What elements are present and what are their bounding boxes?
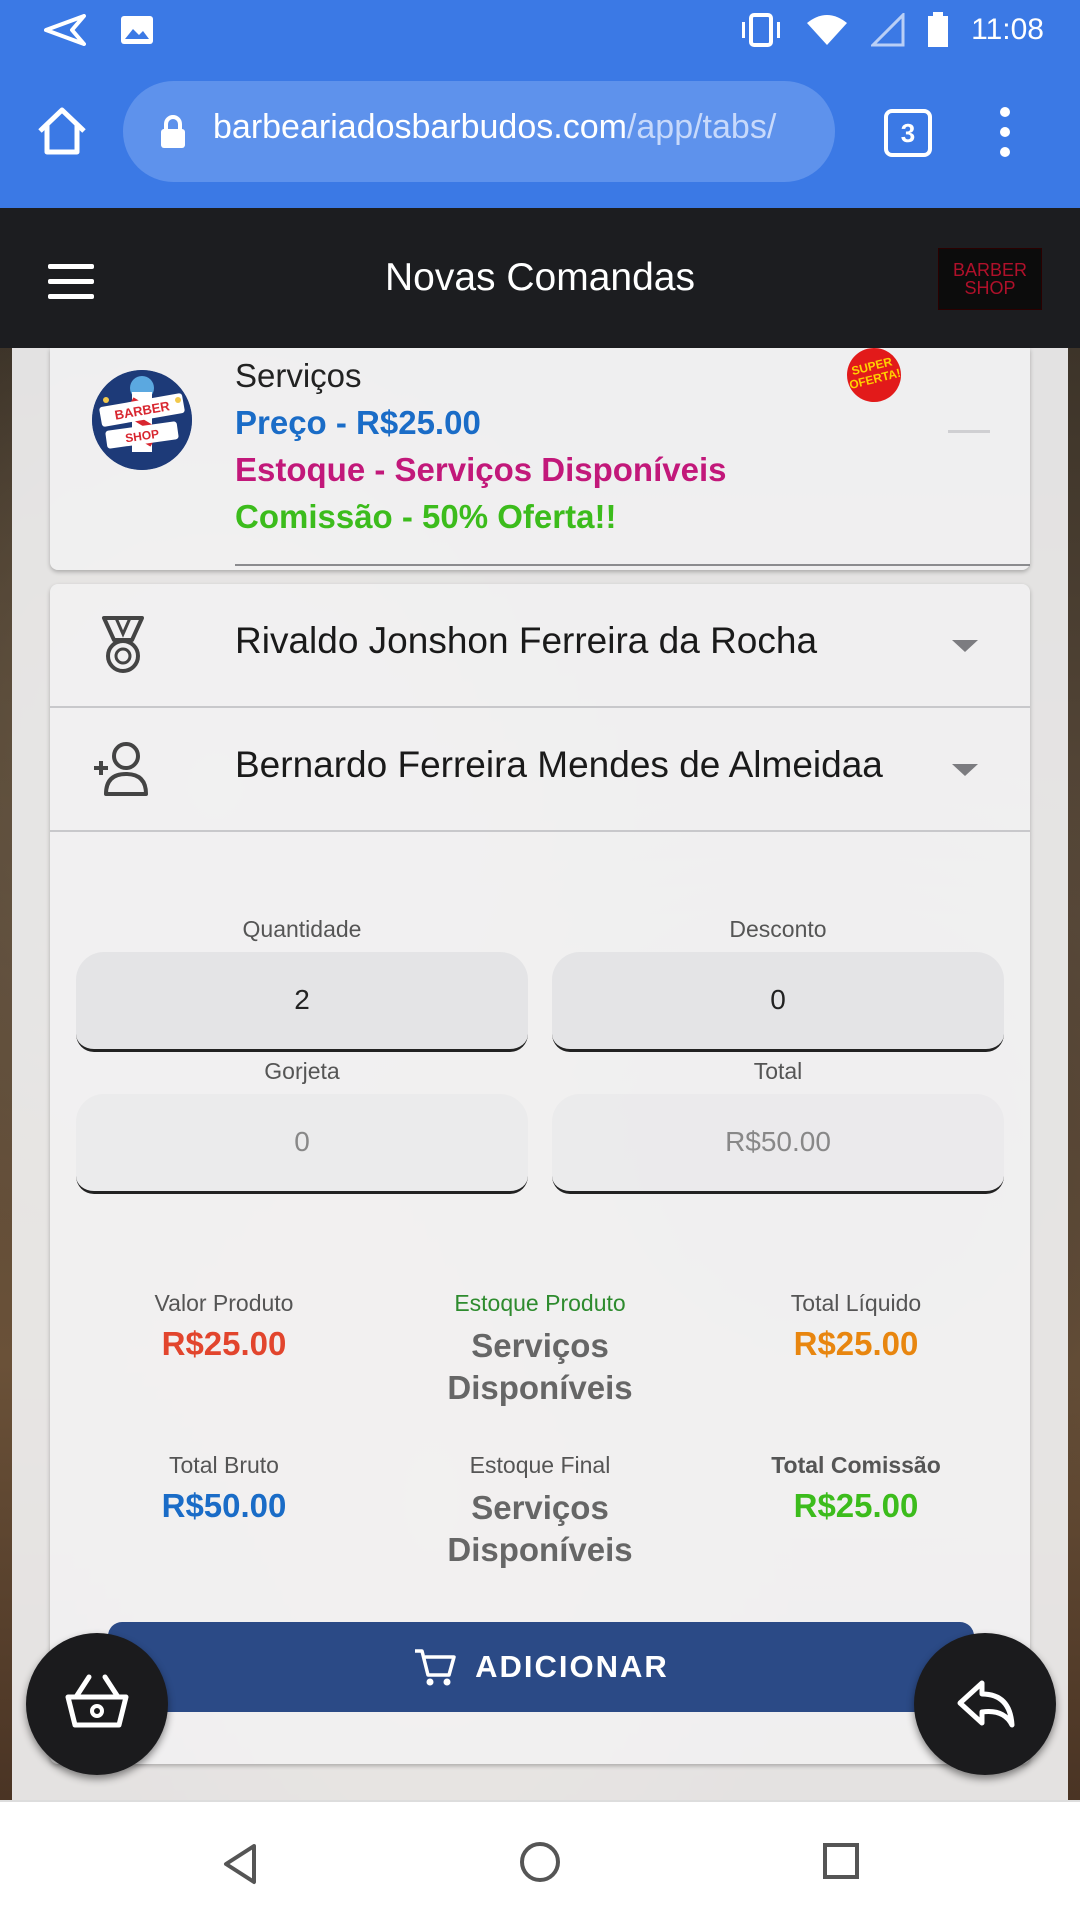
vibrate-icon (742, 13, 781, 47)
order-form-card: Rivaldo Jonshon Ferreira da Rocha Bernar… (50, 584, 1030, 1764)
estoque-produto-stat: Estoque Produto Serviços Disponíveis (390, 1290, 690, 1409)
medal-icon (102, 616, 144, 673)
quantidade-label: Quantidade (242, 916, 362, 942)
status-time: 11:08 (971, 13, 1044, 46)
url-domain: barbeariadosbarbudos.com (213, 108, 627, 146)
battery-icon (928, 12, 949, 47)
chevron-down-icon (952, 764, 978, 776)
status-bar: 11:08 (0, 0, 1080, 63)
total-comissao-stat: Total Comissão R$25.00 (706, 1452, 1006, 1525)
estoque-final-stat: Estoque Final Serviços Disponíveis (390, 1452, 690, 1571)
super-offer-badge: SUPER OFERTA! (841, 342, 907, 408)
wifi-icon (807, 15, 848, 45)
back-button[interactable] (914, 1633, 1056, 1775)
tab-switcher-button[interactable]: 3 (884, 109, 932, 157)
home-icon[interactable] (34, 103, 90, 159)
url-path: /app/tabs/ (626, 108, 777, 146)
valor-produto-value: R$25.00 (161, 1325, 287, 1362)
product-card[interactable]: BARBER SHOP Serviços Preço - R$25.00 Est… (50, 342, 1030, 570)
desconto-input[interactable]: 0 (552, 952, 1004, 1052)
estoque-produto-value-line2: Disponíveis (447, 1369, 633, 1406)
total-liquido-value: R$25.00 (793, 1325, 919, 1362)
estoque-produto-value-line1: Serviços (471, 1327, 609, 1364)
estoque-produto-label: Estoque Produto (454, 1290, 626, 1316)
product-commission: Comissão - 50% Oferta!! (235, 498, 617, 535)
valor-produto-stat: Valor Produto R$25.00 (74, 1290, 374, 1363)
image-icon (121, 16, 153, 44)
estoque-final-value-line1: Serviços (471, 1489, 609, 1526)
client-select[interactable]: Bernardo Ferreira Mendes de Almeidaa (50, 708, 1030, 832)
gorjeta-label: Gorjeta (264, 1058, 340, 1084)
basket-button[interactable] (26, 1633, 168, 1775)
more-menu-icon[interactable] (998, 107, 1012, 159)
page-title: Novas Comandas (385, 256, 695, 299)
quantidade-input[interactable]: 2 (76, 952, 528, 1052)
client-select-value: Bernardo Ferreira Mendes de Almeidaa (235, 744, 883, 785)
brand-logo: BARBER SHOP (938, 248, 1042, 310)
basket-icon (65, 1674, 129, 1728)
cart-icon (415, 1649, 456, 1686)
total-label: Total (753, 1058, 803, 1084)
divider (235, 564, 1030, 566)
valor-produto-label: Valor Produto (154, 1290, 294, 1316)
add-person-icon (94, 742, 148, 796)
total-liquido-label: Total Líquido (790, 1290, 922, 1316)
total-input: R$50.00 (552, 1094, 1004, 1194)
system-nav-bar (0, 1800, 1080, 1922)
gorjeta-input[interactable]: 0 (76, 1094, 528, 1194)
total-comissao-label: Total Comissão (771, 1452, 941, 1478)
total-bruto-value: R$50.00 (161, 1487, 287, 1524)
product-title: Serviços (235, 357, 362, 394)
product-avatar: BARBER SHOP (92, 370, 192, 470)
barber-select[interactable]: Rivaldo Jonshon Ferreira da Rocha (50, 584, 1030, 708)
lock-icon (161, 115, 185, 148)
app-header: Novas Comandas BARBER SHOP (0, 208, 1080, 348)
reply-icon (957, 1680, 1015, 1728)
send-icon (44, 14, 86, 46)
desconto-label: Desconto (729, 916, 827, 942)
add-button-label: ADICIONAR (475, 1649, 669, 1684)
collapse-handle[interactable] (948, 430, 990, 433)
estoque-final-label: Estoque Final (469, 1452, 611, 1478)
product-price: Preço - R$25.00 (235, 404, 481, 441)
home-nav-icon[interactable] (518, 1840, 562, 1884)
address-bar[interactable]: barbeariadosbarbudos.com/app/tabs/ (123, 81, 835, 182)
total-bruto-label: Total Bruto (169, 1452, 279, 1478)
browser-toolbar: barbeariadosbarbudos.com/app/tabs/ 3 (0, 63, 1080, 208)
url-text: barbeariadosbarbudos.com/app/tabs/ (213, 108, 776, 147)
total-comissao-value: R$25.00 (793, 1487, 919, 1524)
chevron-down-icon (952, 640, 978, 652)
product-stock: Estoque - Serviços Disponíveis (235, 451, 727, 488)
back-nav-icon[interactable] (220, 1842, 260, 1886)
recents-nav-icon[interactable] (822, 1842, 860, 1880)
barber-select-value: Rivaldo Jonshon Ferreira da Rocha (235, 620, 818, 661)
total-bruto-stat: Total Bruto R$50.00 (74, 1452, 374, 1525)
total-liquido-stat: Total Líquido R$25.00 (706, 1290, 1006, 1363)
add-button[interactable]: ADICIONAR (108, 1622, 974, 1712)
estoque-final-value-line2: Disponíveis (447, 1531, 633, 1568)
signal-icon (871, 13, 905, 47)
